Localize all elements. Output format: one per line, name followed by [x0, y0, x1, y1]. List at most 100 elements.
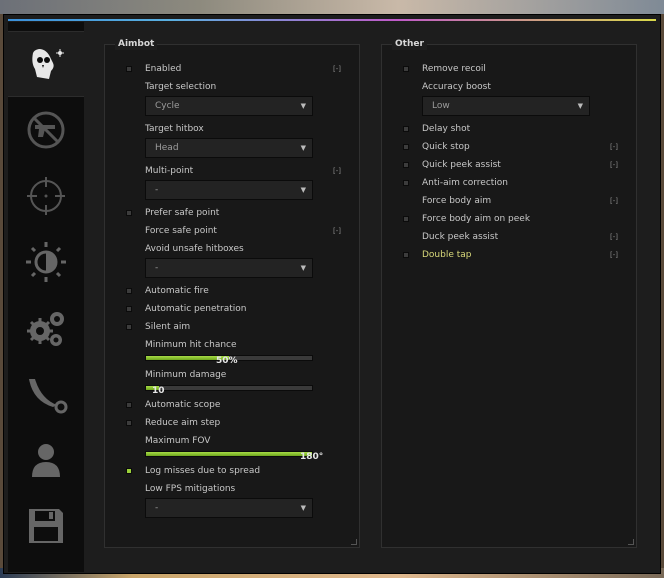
- prefer-safe-point-label: Prefer safe point: [145, 208, 220, 218]
- prefer-safe-point-checkbox[interactable]: [126, 210, 132, 216]
- max-fov-slider-fill: [146, 452, 312, 456]
- person-icon: [32, 444, 60, 477]
- tab-config[interactable]: [8, 493, 84, 559]
- delay-shot-checkbox[interactable]: [403, 126, 409, 132]
- automatic-fire-row[interactable]: Automatic fire: [105, 284, 359, 298]
- quick-peek-assist-label: Quick peek assist: [422, 160, 501, 170]
- target-selection-label: Target selection: [145, 82, 217, 92]
- tab-skins[interactable]: [8, 361, 84, 427]
- multi-point-label: Multi-point: [145, 166, 194, 176]
- automatic-penetration-row[interactable]: Automatic penetration: [105, 302, 359, 316]
- automatic-scope-row[interactable]: Automatic scope: [105, 398, 359, 412]
- duck-peek-assist-row: Duck peek assist [-]: [382, 230, 636, 244]
- max-fov-value: 180°: [300, 452, 324, 462]
- target-hitbox-dropdown[interactable]: Head ▼: [145, 138, 313, 158]
- background-desktop-top: [0, 0, 664, 14]
- tab-legitbot[interactable]: [8, 97, 84, 163]
- log-misses-row[interactable]: Log misses due to spread: [105, 464, 359, 478]
- target-hitbox-label: Target hitbox: [145, 124, 204, 134]
- force-body-aim-on-peek-checkbox[interactable]: [403, 216, 409, 222]
- max-fov-slider[interactable]: [145, 451, 313, 457]
- target-selection-dropdown[interactable]: Cycle ▼: [145, 96, 313, 116]
- target-selection-value: Cycle: [155, 101, 180, 111]
- double-tap-checkbox[interactable]: [403, 252, 409, 258]
- quick-peek-assist-row[interactable]: Quick peek assist [-]: [382, 158, 636, 172]
- multi-point-hotkey[interactable]: [-]: [333, 164, 341, 178]
- force-body-aim-on-peek-row[interactable]: Force body aim on peek: [382, 212, 636, 226]
- log-misses-checkbox[interactable]: [126, 468, 132, 474]
- quick-stop-hotkey[interactable]: [-]: [610, 140, 618, 154]
- avoid-unsafe-hitboxes-row: Avoid unsafe hitboxes: [105, 242, 359, 256]
- remove-recoil-row[interactable]: Remove recoil: [382, 62, 636, 76]
- panel-resize-grip[interactable]: [351, 539, 357, 545]
- silent-aim-row[interactable]: Silent aim: [105, 320, 359, 334]
- force-safe-point-hotkey[interactable]: [-]: [333, 224, 341, 238]
- force-safe-point-label: Force safe point: [145, 226, 217, 236]
- force-body-aim-row: Force body aim [-]: [382, 194, 636, 208]
- force-body-aim-on-peek-label: Force body aim on peek: [422, 214, 531, 224]
- crosshair-icon: [27, 177, 65, 215]
- quick-stop-checkbox[interactable]: [403, 144, 409, 150]
- force-body-aim-label: Force body aim: [422, 196, 492, 206]
- gears-icon: [27, 312, 64, 346]
- accuracy-boost-dropdown[interactable]: Low ▼: [422, 96, 590, 116]
- delay-shot-label: Delay shot: [422, 124, 471, 134]
- automatic-penetration-label: Automatic penetration: [145, 304, 247, 314]
- tab-misc[interactable]: [8, 229, 84, 295]
- force-body-aim-hotkey[interactable]: [-]: [610, 194, 618, 208]
- delay-shot-row[interactable]: Delay shot: [382, 122, 636, 136]
- accuracy-boost-row: Accuracy boost: [382, 80, 636, 94]
- silent-aim-label: Silent aim: [145, 322, 191, 332]
- tab-settings[interactable]: [8, 295, 84, 361]
- reduce-aim-step-checkbox[interactable]: [126, 420, 132, 426]
- remove-recoil-checkbox[interactable]: [403, 66, 409, 72]
- low-fps-dropdown[interactable]: - ▼: [145, 498, 313, 518]
- double-tap-label: Double tap: [422, 250, 472, 260]
- anti-aim-correction-row[interactable]: Anti-aim correction: [382, 176, 636, 190]
- target-selection-row: Target selection: [105, 80, 359, 94]
- min-damage-label: Minimum damage: [145, 370, 227, 380]
- silent-aim-checkbox[interactable]: [126, 324, 132, 330]
- quick-peek-assist-checkbox[interactable]: [403, 162, 409, 168]
- enabled-hotkey[interactable]: [-]: [333, 62, 341, 76]
- double-tap-row[interactable]: Double tap [-]: [382, 248, 636, 262]
- other-panel: Other Remove recoil Accuracy boost Low ▼…: [381, 39, 637, 548]
- panel-resize-grip[interactable]: [628, 539, 634, 545]
- quick-stop-label: Quick stop: [422, 142, 470, 152]
- tab-players[interactable]: [8, 427, 84, 493]
- enabled-row[interactable]: Enabled [-]: [105, 62, 359, 76]
- enabled-checkbox[interactable]: [126, 66, 132, 72]
- reduce-aim-step-row[interactable]: Reduce aim step: [105, 416, 359, 430]
- min-hit-chance-value: 50%: [216, 356, 238, 366]
- low-fps-value: -: [155, 503, 159, 513]
- avoid-unsafe-hitboxes-dropdown[interactable]: - ▼: [145, 258, 313, 278]
- dropdown-arrow-icon: ▼: [300, 102, 306, 110]
- tab-visuals[interactable]: [8, 163, 84, 229]
- multi-point-row: Multi-point [-]: [105, 164, 359, 178]
- low-fps-label: Low FPS mitigations: [145, 484, 236, 494]
- automatic-fire-label: Automatic fire: [145, 286, 209, 296]
- dropdown-arrow-icon: ▼: [577, 102, 583, 110]
- remove-recoil-label: Remove recoil: [422, 64, 486, 74]
- target-hitbox-value: Head: [155, 143, 179, 153]
- automatic-scope-label: Automatic scope: [145, 400, 221, 410]
- karambit-knife-icon: [29, 379, 68, 414]
- quick-stop-row[interactable]: Quick stop [-]: [382, 140, 636, 154]
- max-fov-label: Maximum FOV: [145, 436, 211, 446]
- quick-peek-assist-hotkey[interactable]: [-]: [610, 158, 618, 172]
- tab-ragebot[interactable]: [8, 31, 84, 97]
- automatic-fire-checkbox[interactable]: [126, 288, 132, 294]
- prefer-safe-point-row[interactable]: Prefer safe point: [105, 206, 359, 220]
- target-hitbox-row: Target hitbox: [105, 122, 359, 136]
- multi-point-dropdown[interactable]: - ▼: [145, 180, 313, 200]
- min-hit-chance-label: Minimum hit chance: [145, 340, 237, 350]
- duck-peek-assist-hotkey[interactable]: [-]: [610, 230, 618, 244]
- dropdown-arrow-icon: ▼: [300, 144, 306, 152]
- automatic-penetration-checkbox[interactable]: [126, 306, 132, 312]
- double-tap-hotkey[interactable]: [-]: [610, 248, 618, 262]
- automatic-scope-checkbox[interactable]: [126, 402, 132, 408]
- avoid-unsafe-hitboxes-label: Avoid unsafe hitboxes: [145, 244, 244, 254]
- anti-aim-correction-checkbox[interactable]: [403, 180, 409, 186]
- min-damage-slider[interactable]: [145, 385, 313, 391]
- min-damage-value: 10: [152, 386, 165, 396]
